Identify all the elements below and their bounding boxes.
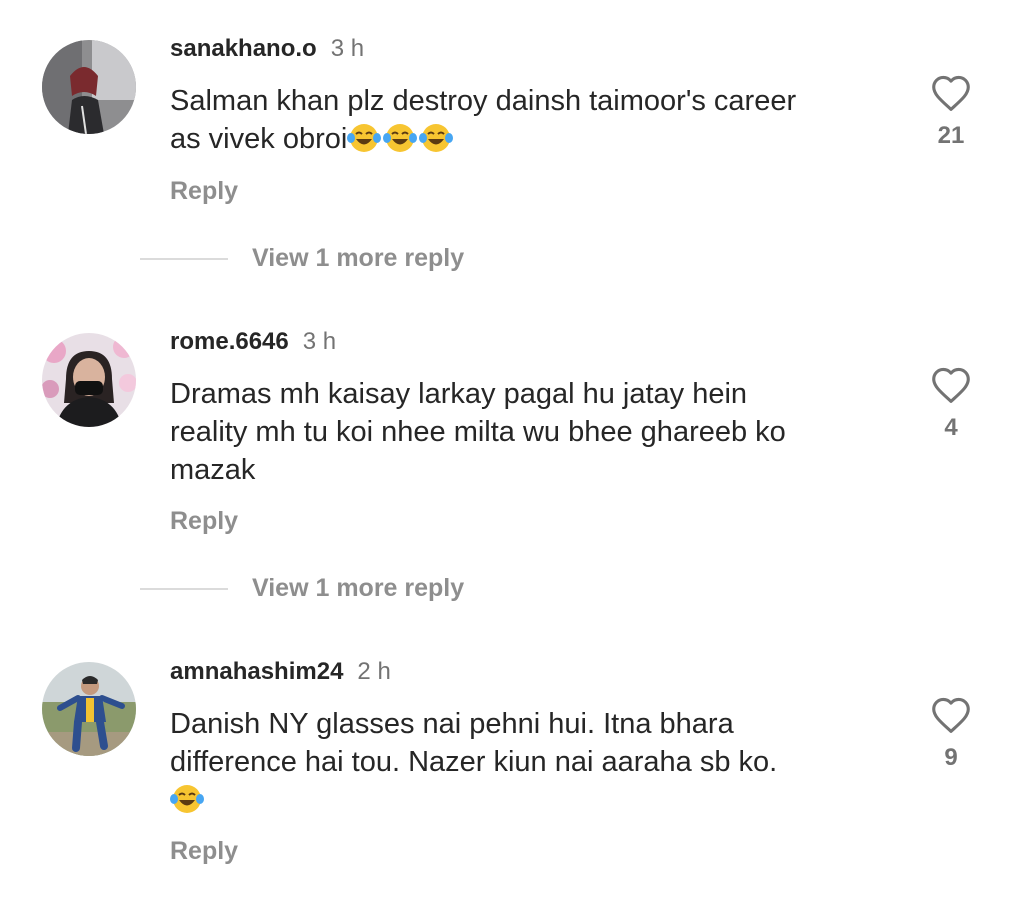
view-more-replies-label[interactable]: View 1 more reply: [252, 242, 464, 274]
face-with-tears-of-joy-emoji: [170, 783, 204, 815]
timestamp: 3 h: [330, 35, 365, 62]
like-control: 4: [928, 366, 974, 442]
comment-text-line: reality mh tu koi nhee milta wu bhee gha…: [170, 416, 786, 448]
like-control: 21: [928, 74, 974, 150]
face-with-tears-of-joy-emoji: [347, 122, 382, 154]
comment-meta: rome.6646 3 h: [170, 327, 336, 357]
like-count: 4: [944, 414, 958, 441]
like-count: 9: [944, 744, 958, 771]
username[interactable]: amnahashim24: [170, 658, 343, 685]
comment-text-line: [170, 781, 890, 819]
like-count: 21: [937, 122, 965, 149]
comment-text-line: Danish NY glasses nai pehni hui. Itna bh…: [170, 708, 734, 740]
comment-text: Dramas mh kaisay larkay pagal hu jatay h…: [170, 375, 890, 489]
comment-meta: sanakhano.o 3 h: [170, 34, 364, 64]
comment-text: Danish NY glasses nai pehni hui. Itna bh…: [170, 705, 890, 819]
like-control: 9: [928, 696, 974, 772]
comment-text-line: as vivek obroi: [170, 120, 890, 158]
username[interactable]: sanakhano.o: [170, 35, 317, 62]
view-more-replies-label[interactable]: View 1 more reply: [252, 572, 464, 604]
comment-meta: amnahashim24 2 h: [170, 657, 391, 687]
comment-text-line: mazak: [170, 454, 256, 486]
username[interactable]: rome.6646: [170, 328, 289, 355]
reply-button[interactable]: Reply: [170, 836, 238, 866]
comment-text-line: difference hai tou. Nazer kiun nai aarah…: [170, 746, 778, 778]
reply-button[interactable]: Reply: [170, 506, 238, 536]
comment-text: Salman khan plz destroy dainsh taimoor's…: [170, 82, 890, 158]
comment-text-line: Dramas mh kaisay larkay pagal hu jatay h…: [170, 378, 748, 410]
reply-button[interactable]: Reply: [170, 176, 238, 206]
comment-text-fragment: as vivek obroi: [170, 123, 348, 155]
face-with-tears-of-joy-emoji: [419, 122, 454, 154]
avatar[interactable]: [42, 662, 136, 756]
face-with-tears-of-joy-emoji: [383, 122, 418, 154]
timestamp: 3 h: [302, 328, 337, 355]
heart-outline-icon[interactable]: [928, 366, 974, 404]
divider-line: [140, 588, 228, 590]
heart-outline-icon[interactable]: [928, 696, 974, 734]
comment-text-line: Salman khan plz destroy dainsh taimoor's…: [170, 85, 797, 117]
divider-line: [140, 258, 228, 260]
timestamp: 2 h: [357, 658, 391, 685]
avatar[interactable]: [42, 333, 136, 427]
heart-outline-icon[interactable]: [928, 74, 974, 112]
avatar[interactable]: [42, 40, 136, 134]
